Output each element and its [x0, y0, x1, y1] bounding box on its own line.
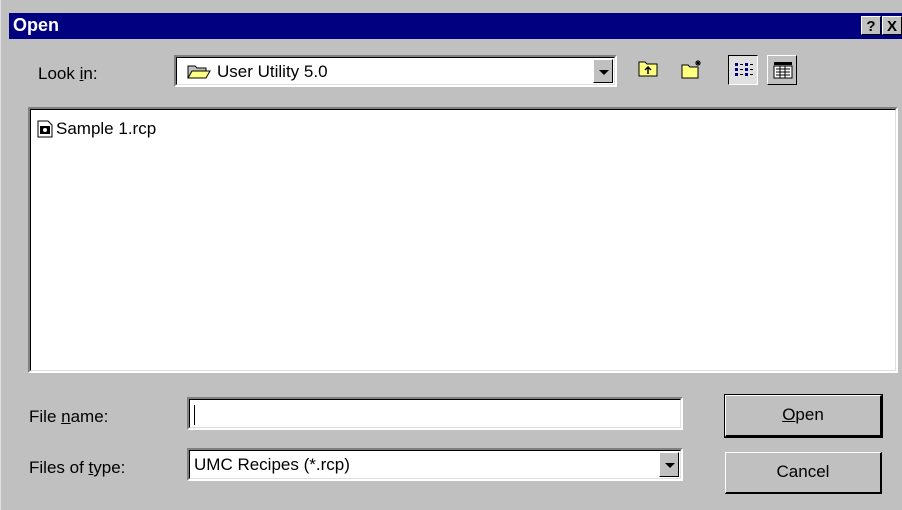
close-button[interactable]: X — [882, 16, 902, 35]
list-view-icon — [734, 62, 754, 83]
text-caret — [194, 405, 195, 425]
file-name-field[interactable] — [187, 397, 683, 430]
details-view-button[interactable] — [767, 55, 797, 85]
up-one-level-button[interactable] — [634, 55, 664, 85]
look-in-value: User Utility 5.0 — [217, 62, 328, 81]
folder-open-icon — [187, 63, 211, 86]
title-bar[interactable]: Open ? X — [9, 13, 902, 39]
files-of-type-value: UMC Recipes (*.rcp) — [194, 455, 350, 474]
look-in-dropdown-arrow[interactable] — [593, 59, 613, 83]
look-in-label: Look in: — [38, 64, 98, 83]
open-dialog: Open ? X Look in: User Utility 5.0 Sampl… — [0, 0, 902, 510]
create-new-folder-button[interactable] — [677, 55, 707, 85]
cancel-button[interactable]: Cancel — [725, 452, 882, 494]
file-list[interactable]: Sample 1.rcp — [28, 107, 898, 373]
files-of-type-label: Files of type: — [29, 458, 126, 477]
list-view-button[interactable] — [728, 55, 758, 85]
recipe-file-icon — [37, 120, 53, 138]
look-in-dropdown[interactable]: User Utility 5.0 — [174, 55, 617, 87]
files-of-type-dropdown-arrow[interactable] — [659, 452, 679, 477]
files-of-type-dropdown[interactable]: UMC Recipes (*.rcp) — [187, 448, 683, 481]
list-item[interactable]: Sample 1.rcp — [37, 118, 156, 140]
new-folder-icon — [681, 59, 703, 84]
file-name-text: Sample 1.rcp — [56, 119, 157, 138]
open-button[interactable]: Open — [724, 394, 883, 438]
window-title: Open — [13, 15, 60, 35]
details-view-icon — [773, 61, 793, 84]
folder-up-icon — [638, 60, 658, 82]
file-name-label: File name: — [29, 407, 109, 426]
help-button[interactable]: ? — [861, 16, 881, 35]
